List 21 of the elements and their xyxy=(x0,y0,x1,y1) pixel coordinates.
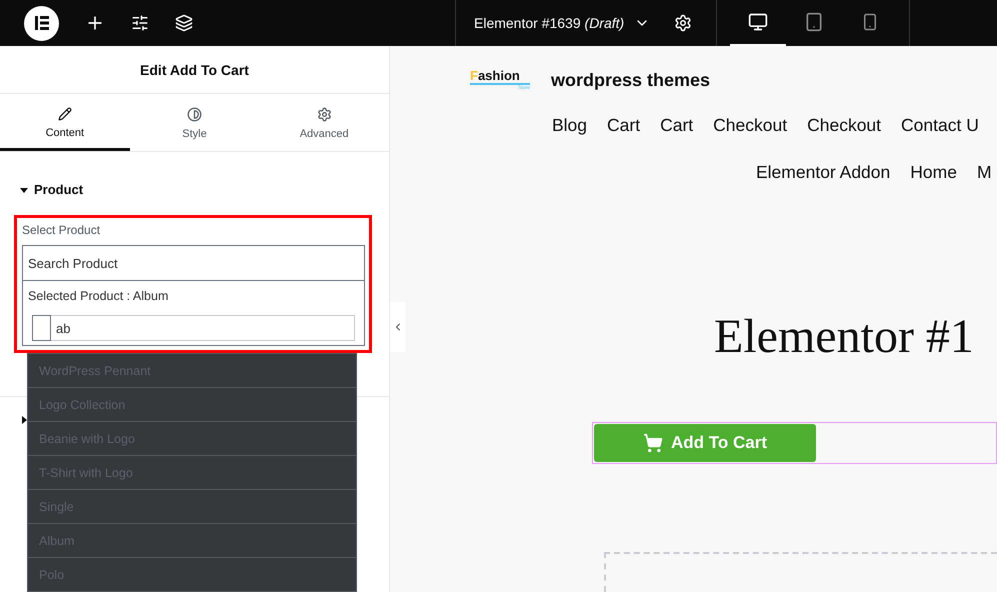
panel-tab[interactable]: Style xyxy=(130,94,260,151)
site-title: wordpress themes xyxy=(551,70,710,90)
search-field[interactable]: Search Product xyxy=(22,245,365,281)
panel-tab[interactable]: Content xyxy=(0,94,130,151)
select-input-field[interactable]: ab xyxy=(51,315,355,341)
nav-link[interactable]: M xyxy=(976,162,992,183)
nav-link[interactable]: Checkout xyxy=(713,115,788,136)
field-label: Select Product xyxy=(22,223,102,237)
selected-product-text: Selected Product : Album xyxy=(28,289,170,303)
nav-link[interactable]: Cart xyxy=(607,115,640,136)
panel-title: Edit Add To Cart xyxy=(140,62,249,78)
panel-tab[interactable]: Advanced xyxy=(259,94,390,151)
nav-link[interactable]: Checkout xyxy=(807,115,882,136)
nav-link[interactable]: Blog xyxy=(552,115,588,136)
section-toggle[interactable]: Product xyxy=(20,182,389,197)
nav-link[interactable]: Home xyxy=(910,162,957,183)
nav-link[interactable]: Cart xyxy=(660,115,694,136)
page-heading: Elementor #1 xyxy=(714,309,974,364)
document-title[interactable]: Elementor #1639 (Draft) xyxy=(474,15,624,31)
nav-link[interactable]: Elementor Addon xyxy=(756,162,890,183)
nav-link[interactable]: Contact U xyxy=(901,115,979,136)
